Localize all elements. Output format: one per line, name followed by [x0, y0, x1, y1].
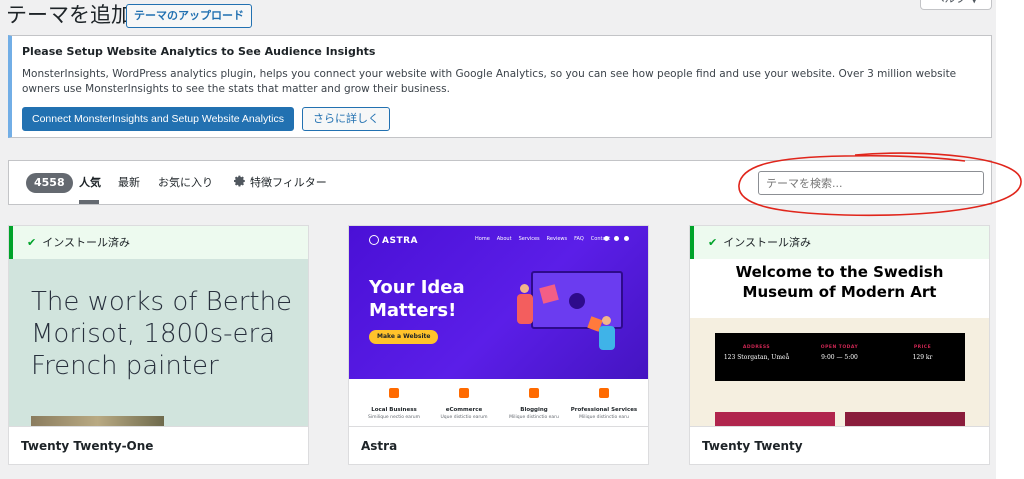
page-title: テーマを追加 [6, 3, 132, 27]
installed-notice: ✔ インストール済み [9, 226, 308, 259]
gear-icon [234, 175, 245, 187]
theme-card-twenty-twenty-one[interactable]: ✔ インストール済み The works of Berthe Morisot, 1… [8, 225, 309, 465]
notice-actions: Connect MonsterInsights and Setup Websit… [22, 107, 390, 131]
person-icon [599, 388, 609, 398]
theme-screenshot[interactable]: ASTRA Home About Services Reviews FAQ Co… [349, 226, 648, 426]
feature-filter-button[interactable]: 特徴フィルター [234, 175, 327, 191]
preview-services: Local Business Similique nectio earum eCo… [349, 379, 648, 426]
theme-card-astra[interactable]: ASTRA Home About Services Reviews FAQ Co… [348, 225, 649, 465]
preview-headline: The works of Berthe Morisot, 1800s-era F… [31, 287, 293, 381]
theme-name: Astra [349, 426, 648, 464]
cart-icon [459, 388, 469, 398]
help-tab[interactable]: ヘルプ ▼ [920, 0, 992, 10]
analytics-notice: Please Setup Website Analytics to See Au… [8, 35, 992, 138]
preview-nav: Home About Services Reviews FAQ Contact [475, 236, 611, 242]
preview-photo [31, 416, 164, 426]
theme-filter-bar: 4558 人気 最新 お気に入り 特徴フィルター [8, 160, 992, 205]
pencil-icon [529, 388, 539, 398]
page-edge [996, 0, 1024, 479]
upload-theme-button[interactable]: テーマのアップロード [126, 4, 252, 28]
active-tab-indicator [79, 200, 99, 204]
preview-info-bar: ADDRESS 123 Storgatan, Umeå OPEN TODAY 9:0… [715, 333, 965, 381]
theme-screenshot[interactable]: ✔ インストール済み The works of Berthe Morisot, 1… [9, 226, 308, 426]
check-icon: ✔ [708, 236, 718, 249]
learn-more-button[interactable]: さらに詳しく [301, 107, 390, 131]
preview-headline: Your Idea Matters! [369, 277, 465, 321]
theme-name: Twenty Twenty [690, 426, 989, 464]
feature-filter-label: 特徴フィルター [250, 176, 327, 189]
notice-title: Please Setup Website Analytics to See Au… [22, 45, 376, 58]
preview-image-block [715, 412, 835, 426]
preview-illustration-person [599, 316, 615, 350]
tab-favorites[interactable]: お気に入り [158, 175, 213, 191]
preview-illustration-person [517, 284, 533, 324]
preview-social-icons [604, 236, 629, 241]
preview-cta: Make a Website [369, 330, 439, 344]
preview-headline: Welcome to the Swedish Museum of Modern … [735, 263, 944, 301]
connect-monsterinsights-button[interactable]: Connect MonsterInsights and Setup Websit… [22, 107, 294, 131]
tab-latest[interactable]: 最新 [118, 175, 140, 191]
theme-screenshot[interactable]: ✔ インストール済み Welcome to the Swedish Museum … [690, 226, 989, 426]
theme-name: Twenty Twenty-One [9, 426, 308, 464]
preview-image-block [845, 412, 965, 426]
theme-search-input[interactable] [758, 171, 984, 195]
installed-notice: ✔ インストール済み [690, 226, 989, 259]
theme-count-badge: 4558 [26, 173, 73, 193]
tab-popular[interactable]: 人気 [79, 175, 101, 191]
check-icon: ✔ [27, 236, 37, 249]
store-icon [389, 388, 399, 398]
notice-body: MonsterInsights, WordPress analytics plu… [22, 68, 957, 95]
astra-logo: ASTRA [369, 235, 418, 246]
theme-card-twenty-twenty[interactable]: ✔ インストール済み Welcome to the Swedish Museum … [689, 225, 990, 465]
